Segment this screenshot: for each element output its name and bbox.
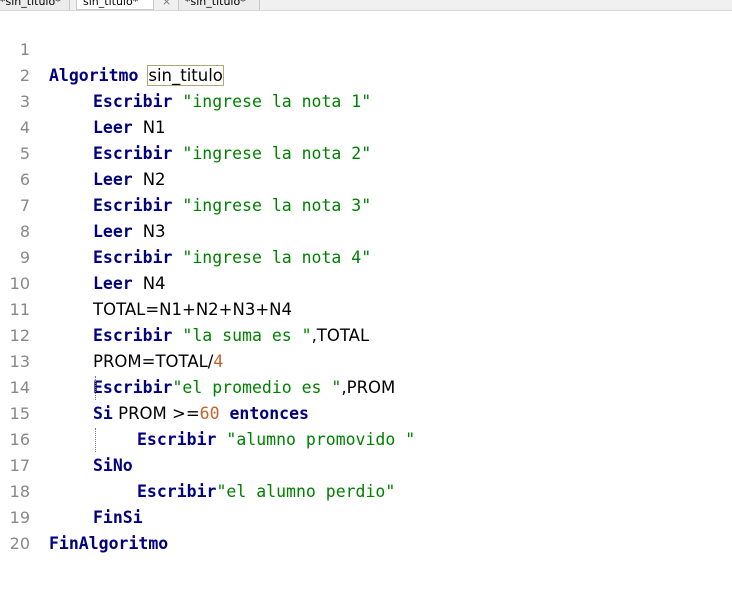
code-line: 9 Leer N4 — [0, 219, 732, 293]
indent-guide — [95, 376, 96, 400]
code-line: 13 Escribir"el promedio es ",PROM — [0, 323, 732, 397]
code-editor[interactable]: 1 Algoritmo sin_titulo 2 Escribir "ingre… — [0, 10, 732, 598]
keyword-finalgoritmo: FinAlgoritmo — [49, 534, 169, 553]
indent-guide — [95, 428, 96, 452]
tab-sin-titulo-3[interactable]: *sin_titulo* — [178, 0, 260, 10]
code-line: 3 Leer N1 — [0, 63, 732, 137]
code-line: 6 Escribir "ingrese la nota 3" — [0, 141, 732, 215]
code-line: 20 — [0, 505, 732, 553]
line-number: 20 — [9, 534, 30, 553]
code-line: 15 Escribir "alumno promovido " — [0, 375, 732, 449]
code-line: 19 FinAlgoritmo — [0, 479, 732, 553]
code-line: 5 Leer N2 — [0, 115, 732, 189]
tab-sin-titulo-active[interactable]: sin_titulo* — [76, 0, 154, 10]
code-line: 18 FinSi — [0, 453, 732, 527]
tab-sin-titulo-1[interactable]: *sin_titulo* — [0, 0, 70, 10]
code-line: 12 PROM=TOTAL/4 — [0, 297, 732, 371]
code-line: 14 Si PROM >=60 entonces — [0, 349, 732, 423]
code-line: 10 TOTAL=N1+N2+N3+N4 — [0, 245, 732, 319]
code-line: 11 Escribir "la suma es ",TOTAL — [0, 271, 732, 345]
code-line: 1 Algoritmo sin_titulo — [0, 11, 732, 86]
code-line: 2 Escribir "ingrese la nota 1" — [0, 37, 732, 111]
code-line: 7 Leer N3 — [0, 167, 732, 241]
code-line: 4 Escribir "ingrese la nota 2" — [0, 89, 732, 163]
code-line: 8 Escribir "ingrese la nota 4" — [0, 193, 732, 267]
code-line: 17 Escribir"el alumno perdio" — [0, 427, 732, 501]
code-line: 16 SiNo — [0, 401, 732, 475]
